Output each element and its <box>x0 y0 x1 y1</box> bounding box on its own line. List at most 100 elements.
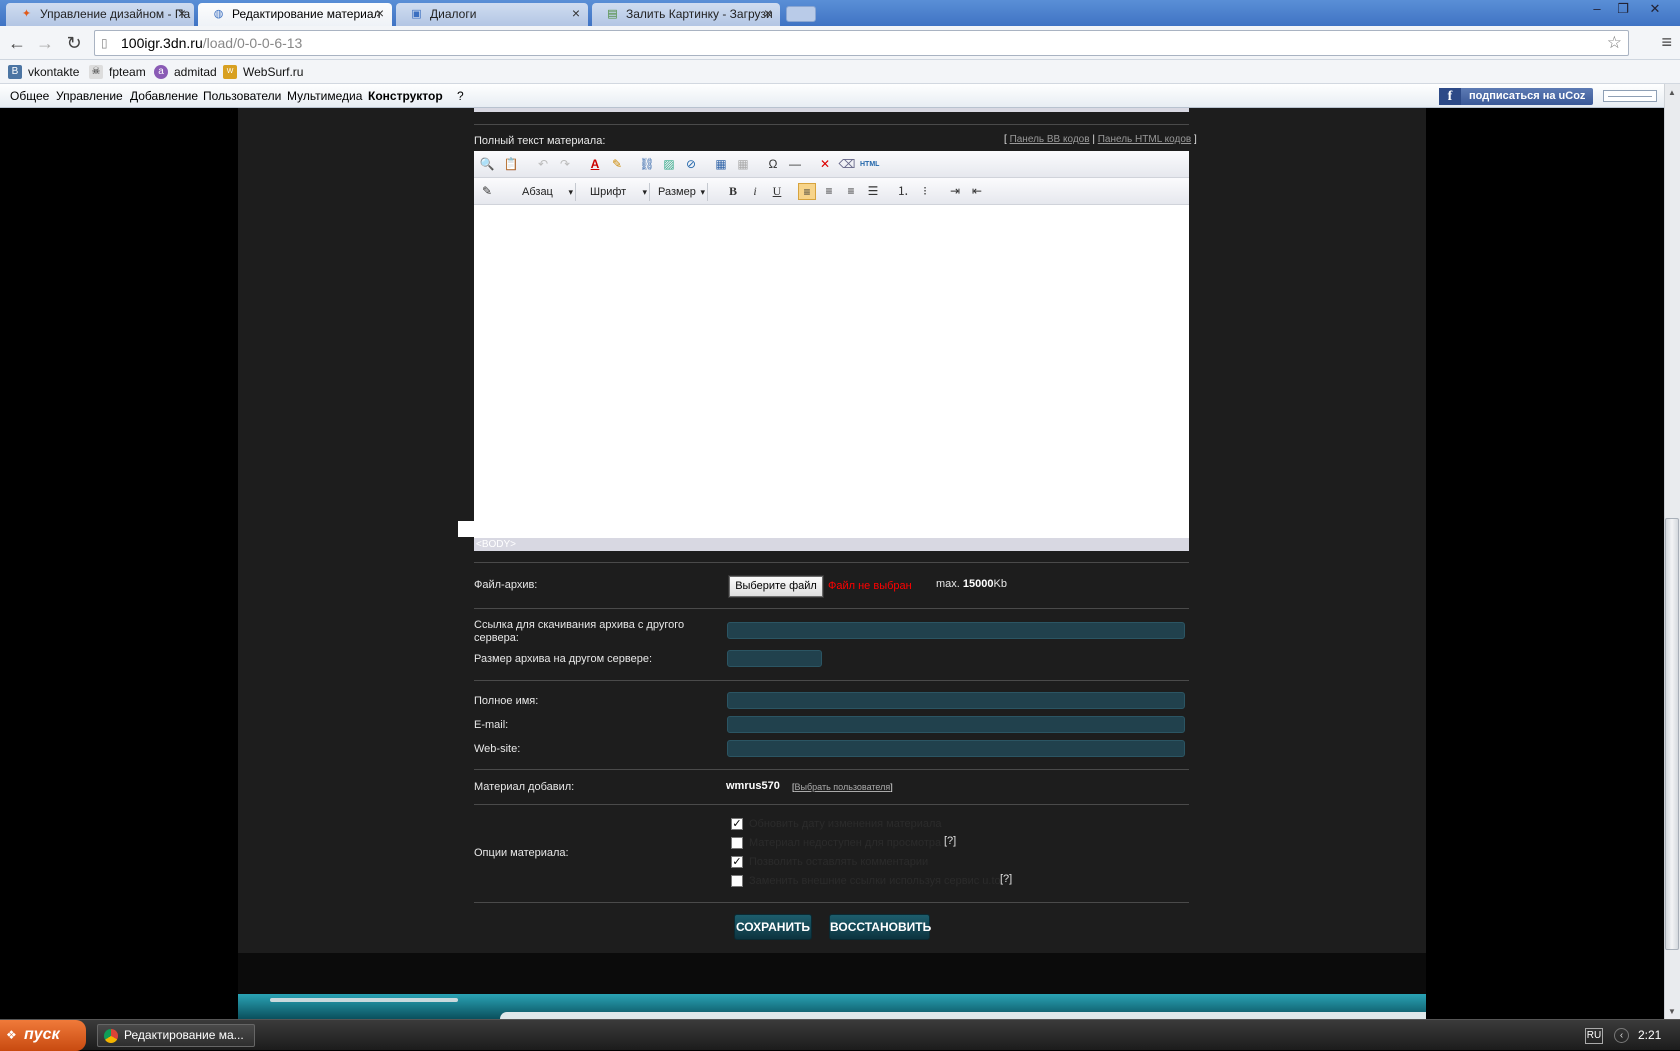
close-icon[interactable]: × <box>376 5 384 21</box>
url-host: 100igr.3dn.ru <box>121 35 203 51</box>
help-link[interactable]: [?] <box>1000 873 1012 885</box>
undo-icon[interactable]: ↶ <box>534 156 552 173</box>
taskbar-item-chrome[interactable]: Редактирование ма... <box>97 1024 255 1047</box>
remote-size-input[interactable] <box>727 650 822 667</box>
forward-icon[interactable]: → <box>34 32 56 54</box>
remove-format-icon[interactable]: ✕ <box>816 156 834 173</box>
option-comments-checkbox[interactable]: ✓ <box>731 856 743 868</box>
scrollbar-thumb[interactable] <box>1665 518 1679 950</box>
restore-icon[interactable]: ❐ <box>1610 0 1636 17</box>
save-button[interactable]: СОХРАНИТЬ <box>734 914 812 940</box>
html-panel-link[interactable]: Панель HTML кодов <box>1098 134 1192 145</box>
menu-help[interactable]: ? <box>457 89 464 103</box>
start-button[interactable]: ❖ пуск <box>0 1020 86 1051</box>
align-right-icon[interactable]: ≡ <box>842 183 860 200</box>
size-select[interactable]: Размер <box>652 183 708 201</box>
paragraph-select[interactable]: Абзац <box>504 183 576 201</box>
align-center-icon[interactable]: ≡ <box>820 183 838 200</box>
new-tab-button[interactable] <box>786 6 816 22</box>
menu-general[interactable]: Общее <box>10 89 49 103</box>
tray-expand-icon[interactable]: ‹ <box>1614 1028 1629 1043</box>
fullname-input[interactable] <box>727 692 1185 709</box>
windows-logo-icon: ❖ <box>6 1028 17 1042</box>
tab-edit-material[interactable]: ◍ Редактирование материал × <box>198 3 392 26</box>
divider <box>474 608 1189 609</box>
close-icon[interactable]: × <box>178 5 186 21</box>
back-icon[interactable]: ← <box>6 32 28 54</box>
align-left-icon[interactable]: ≡ <box>798 183 816 200</box>
remote-link-input[interactable] <box>727 622 1185 639</box>
menu-management[interactable]: Управление <box>56 89 123 103</box>
menu-multimedia[interactable]: Мультимедиа <box>287 89 362 103</box>
outdent-icon[interactable]: ⇤ <box>968 183 986 200</box>
bold-icon[interactable]: B <box>724 183 742 200</box>
websurf-icon: W <box>223 65 237 79</box>
bb-panel-link[interactable]: Панель BB кодов <box>1010 134 1090 145</box>
bookmark-admitad[interactable]: a admitad <box>154 63 217 81</box>
table-props-icon[interactable]: ▦ <box>734 156 752 173</box>
preview-icon[interactable]: 🔍 <box>478 156 496 173</box>
align-justify-icon[interactable]: ☰ <box>864 183 882 200</box>
restore-button[interactable]: ВОССТАНОВИТЬ <box>829 914 931 940</box>
scroll-down-icon[interactable]: ▼ <box>1668 1007 1676 1016</box>
subscribe-button[interactable]: f подписаться на uCoz <box>1439 88 1593 105</box>
style-icon[interactable]: ✎ <box>478 183 496 200</box>
editor-resize-handle[interactable] <box>458 521 474 537</box>
indent-icon[interactable]: ⇥ <box>946 183 964 200</box>
text-color-icon[interactable]: A <box>586 156 604 173</box>
italic-icon[interactable]: i <box>746 183 764 200</box>
option-hidden-checkbox[interactable] <box>731 837 743 849</box>
reload-icon[interactable]: ↻ <box>63 32 85 54</box>
choose-file-button[interactable]: Выберите файл <box>728 575 824 598</box>
bookmark-vkontakte[interactable]: B vkontakte <box>8 63 79 81</box>
ordered-list-icon[interactable]: ⒈ <box>894 183 912 200</box>
panel-slider[interactable] <box>1603 90 1657 102</box>
address-bar[interactable]: ▯ 100igr.3dn.ru/load/0-0-0-6-13 ☆ <box>94 30 1629 56</box>
help-link[interactable]: [?] <box>944 835 956 847</box>
editor-status-bar: <BODY> <box>474 538 1189 551</box>
html-source-icon[interactable]: HTML <box>860 156 879 173</box>
start-label: пуск <box>24 1026 60 1043</box>
remote-link-label: Ссылка для скачивания архива с другого с… <box>474 619 685 644</box>
special-char-icon[interactable]: Ω <box>764 156 782 173</box>
language-indicator[interactable]: RU <box>1585 1028 1603 1044</box>
horizontal-rule-icon[interactable]: — <box>786 156 804 173</box>
scroll-up-icon[interactable]: ▲ <box>1668 88 1676 97</box>
close-icon[interactable]: × <box>572 5 580 21</box>
link-icon[interactable]: ⛓ <box>638 156 656 173</box>
minimize-icon[interactable]: – <box>1584 0 1610 17</box>
tab-label: Диалоги <box>430 7 477 21</box>
skull-icon: ☠ <box>89 65 103 79</box>
star-icon[interactable]: ☆ <box>1607 31 1622 55</box>
tab-dialogs[interactable]: ▣ Диалоги × <box>396 3 588 26</box>
menu-constructor[interactable]: Конструктор <box>368 89 443 103</box>
menu-add[interactable]: Добавление <box>130 89 198 103</box>
tab-upload-image[interactable]: ▤ Залить Картинку - Загрузи × <box>592 3 780 26</box>
paragraph-value: Абзац <box>522 186 553 198</box>
option-update-date-checkbox[interactable]: ✓ <box>731 818 743 830</box>
email-input[interactable] <box>727 716 1185 733</box>
editor-text-area[interactable] <box>474 205 1189 538</box>
website-input[interactable] <box>727 740 1185 757</box>
underline-icon[interactable]: U <box>768 183 786 200</box>
close-icon[interactable]: × <box>764 5 772 21</box>
bookmark-fpteam[interactable]: ☠ fpteam <box>89 63 146 81</box>
unordered-list-icon[interactable]: ⁝ <box>916 183 934 200</box>
eraser-icon[interactable]: ⌫ <box>838 156 856 173</box>
added-by-user: wmrus570 <box>726 780 780 792</box>
paste-icon[interactable]: 📋 <box>502 156 520 173</box>
divider <box>474 680 1189 681</box>
redo-icon[interactable]: ↷ <box>556 156 574 173</box>
flash-icon[interactable]: ⊘ <box>682 156 700 173</box>
choose-user-link[interactable]: Выбрать пользователя <box>795 782 891 792</box>
font-select[interactable]: Шрифт <box>578 183 650 201</box>
highlight-icon[interactable]: ✎ <box>608 156 626 173</box>
option-replace-links-checkbox[interactable] <box>731 875 743 887</box>
image-icon[interactable]: ▨ <box>660 156 678 173</box>
bookmark-websurf[interactable]: W WebSurf.ru <box>223 63 303 81</box>
menu-users[interactable]: Пользователи <box>203 89 281 103</box>
close-window-icon[interactable]: ✕ <box>1642 0 1668 17</box>
menu-icon[interactable]: ≡ <box>1661 32 1672 53</box>
tab-design-management[interactable]: ✦ Управление дизайном - Па × <box>6 3 194 26</box>
table-icon[interactable]: ▦ <box>712 156 730 173</box>
